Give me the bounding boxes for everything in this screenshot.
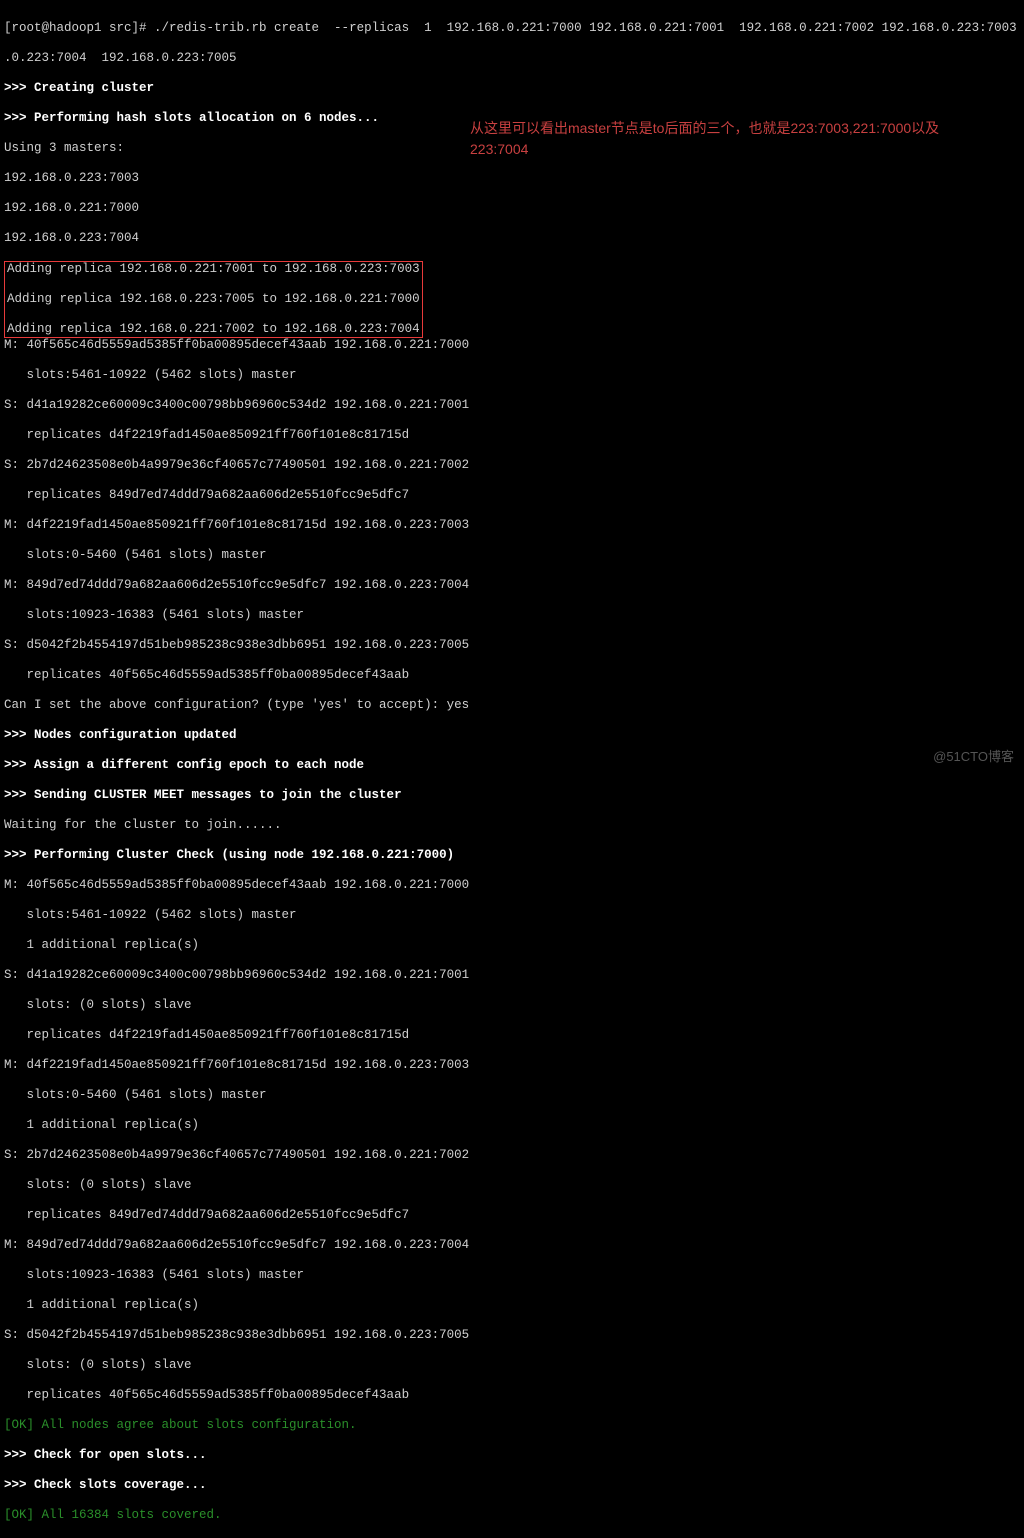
node-line: S: d41a19282ce60009c3400c00798bb96960c53… <box>4 968 1020 983</box>
out-ok2: [OK] All 16384 slots covered. <box>4 1508 1020 1523</box>
node-line: M: 849d7ed74ddd79a682aa606d2e5510fcc9e5d… <box>4 1238 1020 1253</box>
node-line: M: d4f2219fad1450ae850921ff760f101e8c817… <box>4 518 1020 533</box>
node-line: M: 849d7ed74ddd79a682aa606d2e5510fcc9e5d… <box>4 578 1020 593</box>
out-check: >>> Performing Cluster Check (using node… <box>4 848 1020 863</box>
node-line: 1 additional replica(s) <box>4 1298 1020 1313</box>
node-line: S: d5042f2b4554197d51beb985238c938e3dbb6… <box>4 1328 1020 1343</box>
node-line: slots: (0 slots) slave <box>4 998 1020 1013</box>
node-line: slots:5461-10922 (5462 slots) master <box>4 908 1020 923</box>
node-line: S: 2b7d24623508e0b4a9979e36cf40657c77490… <box>4 1148 1020 1163</box>
node-line: M: 40f565c46d5559ad5385ff0ba00895decef43… <box>4 338 1020 353</box>
command-line: [root@hadoop1 src]# ./redis-trib.rb crea… <box>4 21 1020 36</box>
out-open: >>> Check for open slots... <box>4 1448 1020 1463</box>
out-ok1: [OK] All nodes agree about slots configu… <box>4 1418 1020 1433</box>
shell-command-2: .0.223:7004 192.168.0.223:7005 <box>4 51 1020 66</box>
out-box2: Adding replica 192.168.0.223:7005 to 192… <box>7 292 420 307</box>
node-line: S: d41a19282ce60009c3400c00798bb96960c53… <box>4 398 1020 413</box>
out-assign: >>> Assign a different config epoch to e… <box>4 758 1020 773</box>
node-line: slots:10923-16383 (5461 slots) master <box>4 608 1020 623</box>
node-line: slots: (0 slots) slave <box>4 1178 1020 1193</box>
node-line: replicates 40f565c46d5559ad5385ff0ba0089… <box>4 668 1020 683</box>
node-line: M: 40f565c46d5559ad5385ff0ba00895decef43… <box>4 878 1020 893</box>
out-creating: >>> Creating cluster <box>4 81 1020 96</box>
node-line: replicates 849d7ed74ddd79a682aa606d2e551… <box>4 488 1020 503</box>
node-line: M: d4f2219fad1450ae850921ff760f101e8c817… <box>4 1058 1020 1073</box>
replica-highlight-box: Adding replica 192.168.0.221:7001 to 192… <box>4 261 423 338</box>
node-line: replicates d4f2219fad1450ae850921ff760f1… <box>4 1028 1020 1043</box>
watermark-text: @51CTO博客 <box>933 749 1014 765</box>
node-line: S: 2b7d24623508e0b4a9979e36cf40657c77490… <box>4 458 1020 473</box>
node-line: slots:5461-10922 (5462 slots) master <box>4 368 1020 383</box>
node-line: 1 additional replica(s) <box>4 938 1020 953</box>
node-line: 1 additional replica(s) <box>4 1118 1020 1133</box>
node-line: slots:10923-16383 (5461 slots) master <box>4 1268 1020 1283</box>
node-line: slots:0-5460 (5461 slots) master <box>4 1088 1020 1103</box>
out-confirm: Can I set the above configuration? (type… <box>4 698 1020 713</box>
out-m3: 192.168.0.223:7004 <box>4 231 1020 246</box>
node-line: slots:0-5460 (5461 slots) master <box>4 548 1020 563</box>
out-send: >>> Sending CLUSTER MEET messages to joi… <box>4 788 1020 803</box>
out-box3: Adding replica 192.168.0.221:7002 to 192… <box>7 322 420 337</box>
out-updated: >>> Nodes configuration updated <box>4 728 1020 743</box>
node-line: replicates d4f2219fad1450ae850921ff760f1… <box>4 428 1020 443</box>
out-cov: >>> Check slots coverage... <box>4 1478 1020 1493</box>
node-line: replicates 40f565c46d5559ad5385ff0ba0089… <box>4 1388 1020 1403</box>
node-line: S: d5042f2b4554197d51beb985238c938e3dbb6… <box>4 638 1020 653</box>
out-m1: 192.168.0.223:7003 <box>4 171 1020 186</box>
node-line: slots: (0 slots) slave <box>4 1358 1020 1373</box>
out-box1: Adding replica 192.168.0.221:7001 to 192… <box>7 262 420 277</box>
shell-prompt: [root@hadoop1 src]# <box>4 21 154 35</box>
annotation-text: 从这里可以看出master节点是to后面的三个，也就是223:7003,221:… <box>470 118 990 160</box>
out-m2: 192.168.0.221:7000 <box>4 201 1020 216</box>
node-line: replicates 849d7ed74ddd79a682aa606d2e551… <box>4 1208 1020 1223</box>
out-wait: Waiting for the cluster to join...... <box>4 818 1020 833</box>
shell-command: ./redis-trib.rb create --replicas 1 192.… <box>154 21 1024 35</box>
terminal-output: [root@hadoop1 src]# ./redis-trib.rb crea… <box>0 0 1024 1538</box>
